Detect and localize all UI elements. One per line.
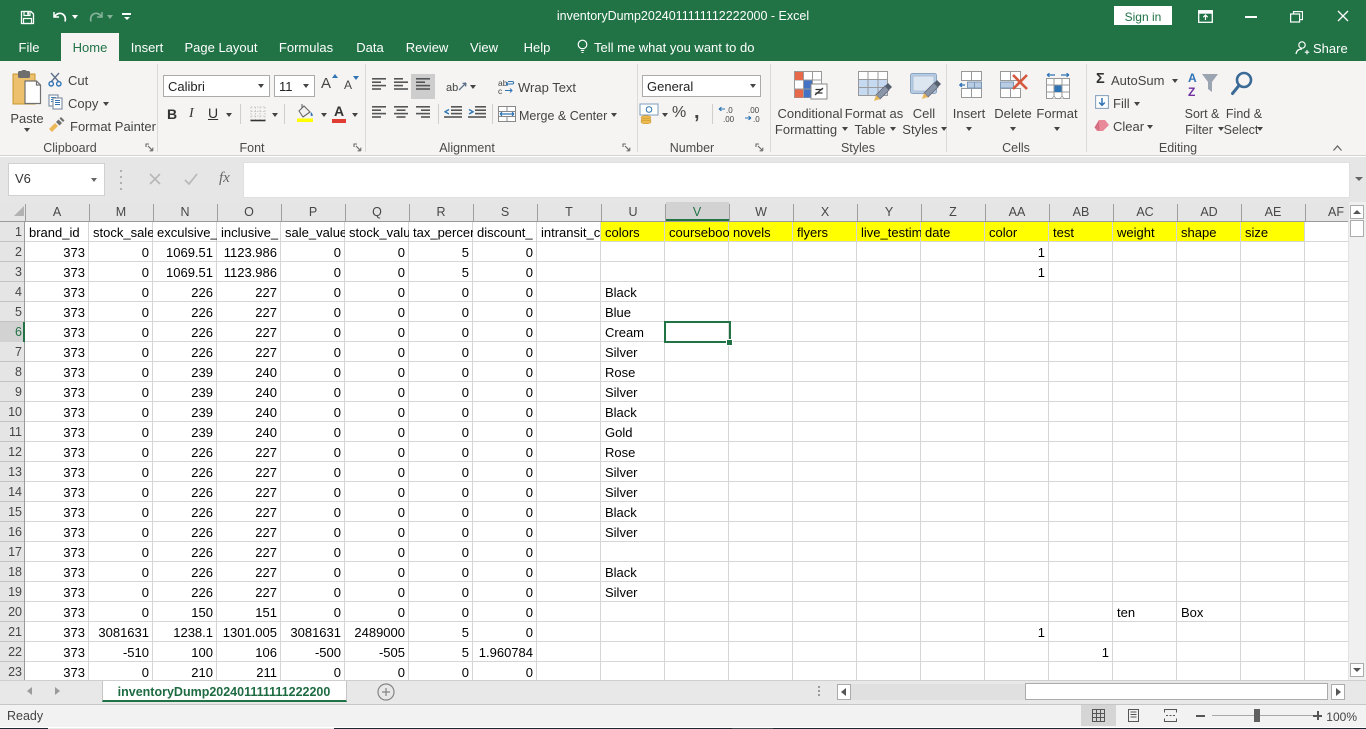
svg-text:ab: ab — [446, 82, 458, 94]
svg-text:Z: Z — [1188, 85, 1195, 99]
svg-text:A: A — [1188, 71, 1197, 85]
